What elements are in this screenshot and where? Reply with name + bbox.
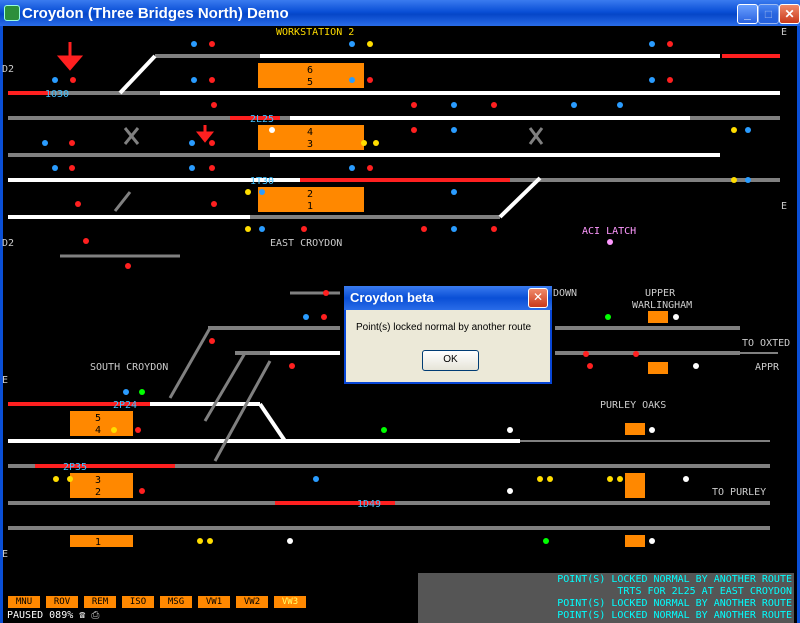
- svg-text:3: 3: [307, 139, 313, 150]
- speed-percent: 089%: [49, 610, 74, 621]
- berth-1T30[interactable]: 1T30: [250, 176, 274, 187]
- svg-text:5: 5: [307, 77, 313, 88]
- alert-dialog[interactable]: Croydon beta ✕ Point(s) locked normal by…: [344, 286, 552, 384]
- menu-iso-button[interactable]: ISO: [122, 596, 154, 608]
- window-title: Croydon (Three Bridges North) Demo: [22, 5, 289, 22]
- svg-text:2: 2: [307, 189, 313, 200]
- upper-warlingham-label-2: WARLINGHAM: [632, 300, 693, 311]
- menu-msg-button[interactable]: MSG: [160, 596, 192, 608]
- svg-text:4: 4: [307, 127, 313, 138]
- message-panel: POINT(S) LOCKED NORMAL BY ANOTHER ROUTE …: [418, 573, 794, 623]
- paused-status: PAUSED: [7, 610, 44, 621]
- svg-text:4: 4: [95, 425, 101, 436]
- menu-vw3-button[interactable]: VW3: [274, 596, 306, 608]
- down-label: DOWN: [553, 288, 578, 299]
- berths[interactable]: 1O30 2L25 1T30 2P24 2P35 1D49: [45, 89, 381, 510]
- menu-vw2-button[interactable]: VW2: [236, 596, 268, 608]
- printer-icon[interactable]: ⎙: [91, 610, 99, 621]
- menu-mnu-button[interactable]: MNU: [8, 596, 40, 608]
- title-bar[interactable]: Croydon (Three Bridges North) Demo _ □ ✕: [0, 0, 800, 26]
- e-mid-label: E: [781, 201, 788, 212]
- message-line: POINT(S) LOCKED NORMAL BY ANOTHER ROUTE: [557, 610, 792, 621]
- menu-rem-button[interactable]: REM: [84, 596, 116, 608]
- to-oxted-label: TO OXTED: [742, 338, 791, 349]
- berth-2L25[interactable]: 2L25: [250, 114, 274, 125]
- upper-warlingham-label-1: UPPER: [645, 288, 676, 299]
- message-line: POINT(S) LOCKED NORMAL BY ANOTHER ROUTE: [557, 574, 792, 585]
- dialog-close-button[interactable]: ✕: [528, 288, 548, 308]
- aci-latch-label[interactable]: ACI LATCH: [582, 226, 636, 237]
- status-bar: PAUSED 089% ☎ ⎙: [7, 610, 99, 621]
- berth-1D49[interactable]: 1D49: [357, 499, 381, 510]
- ok-button[interactable]: OK: [422, 350, 479, 371]
- berth-1O30[interactable]: 1O30: [45, 89, 69, 100]
- d2-top-label: D2: [2, 64, 15, 75]
- app-icon: [4, 5, 20, 21]
- phone-icon[interactable]: ☎: [79, 610, 85, 621]
- svg-text:1: 1: [95, 537, 101, 548]
- e-top-label: E: [781, 27, 788, 38]
- maximize-button[interactable]: □: [758, 4, 779, 24]
- menu-rov-button[interactable]: ROV: [46, 596, 78, 608]
- close-button[interactable]: ✕: [779, 4, 800, 24]
- berth-2P35[interactable]: 2P35: [63, 462, 87, 473]
- appr-label: APPR: [755, 362, 780, 373]
- dialog-message: Point(s) locked normal by another route: [356, 322, 532, 333]
- svg-text:6: 6: [307, 65, 313, 76]
- minimize-button[interactable]: _: [737, 4, 758, 24]
- east-croydon-label: EAST CROYDON: [270, 238, 343, 249]
- svg-text:5: 5: [95, 413, 101, 424]
- message-line: TRTS FOR 2L25 AT EAST CROYDON: [617, 586, 792, 597]
- south-croydon-label: SOUTH CROYDON: [90, 362, 169, 373]
- message-line: POINT(S) LOCKED NORMAL BY ANOTHER ROUTE: [557, 598, 792, 609]
- d2-bottom-label: D2: [2, 238, 15, 249]
- dialog-title[interactable]: Croydon beta: [344, 286, 552, 310]
- svg-text:1: 1: [307, 201, 313, 212]
- e-left-label: E: [2, 375, 9, 386]
- svg-text:2: 2: [95, 487, 101, 498]
- workstation-label: WORKSTATION 2: [276, 27, 355, 38]
- menu-vw1-button[interactable]: VW1: [198, 596, 230, 608]
- svg-text:3: 3: [95, 475, 101, 486]
- berth-2P24[interactable]: 2P24: [113, 400, 137, 411]
- e-left2-label: E: [2, 549, 9, 560]
- to-purley-label: TO PURLEY: [712, 487, 767, 498]
- purley-oaks-label: PURLEY OAKS: [600, 400, 667, 411]
